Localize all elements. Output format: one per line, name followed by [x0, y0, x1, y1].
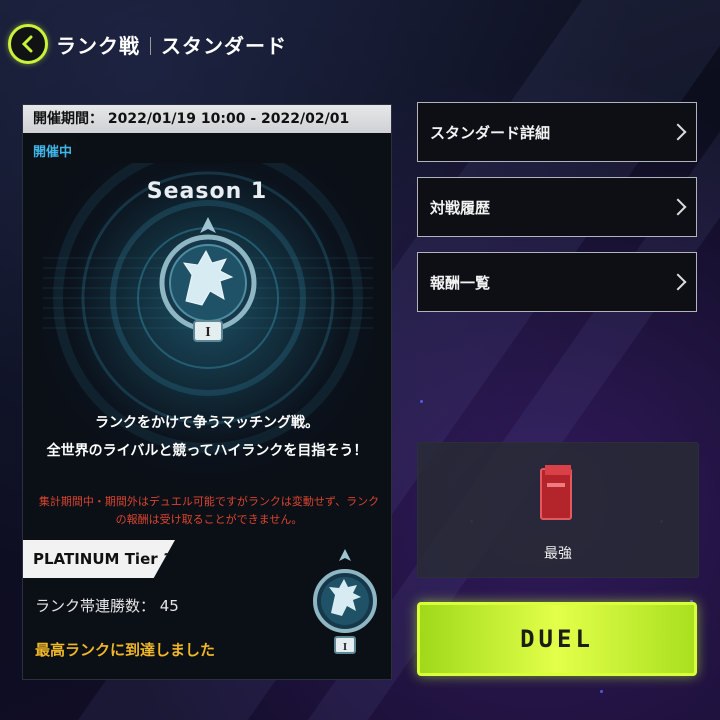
season-warning: 集計期間中・期間外はデュエル可能ですがランクは変動せず、ランクの報酬は受け取るこ… [38, 495, 380, 526]
season-label: Season 1 [146, 179, 268, 204]
title-main: ランク戦 [56, 34, 140, 58]
menu-label: 対戦履歴 [430, 198, 491, 217]
player-rank-badge: PLATINUM Tier 1 [23, 540, 175, 578]
menu-reward-list[interactable]: 報酬一覧 [417, 252, 697, 312]
description-line-2: 全世界のライバルと競ってハイランクを目指そう！ [46, 443, 368, 459]
win-streak: ランク帯連勝数： 45 [35, 597, 179, 615]
deck-box-icon [539, 463, 575, 523]
duel-label: DUEL [520, 625, 594, 653]
emblem-numeral: I [205, 325, 210, 340]
page-title: ランク戦 スタンダード [56, 30, 287, 59]
deck-selector[interactable]: 最強 [417, 442, 699, 578]
season-description: ランクをかけて争うマッチング戦。 全世界のライバルと競ってハイランクを目指そう！ [23, 409, 391, 465]
menu-label: 報酬一覧 [430, 273, 491, 292]
season-period: 開催期間： 2022/01/19 10:00 - 2022/02/01 08:0… [23, 105, 391, 155]
season-panel: 開催期間： 2022/01/19 10:00 - 2022/02/01 08:0… [22, 104, 392, 680]
chevron-right-icon [669, 273, 687, 291]
title-sub: スタンダード [161, 34, 287, 58]
chevron-right-icon [669, 123, 687, 141]
menu-standard-details[interactable]: スタンダード詳細 [417, 102, 697, 162]
chevron-left-icon [21, 35, 33, 53]
duel-button[interactable]: DUEL [417, 602, 697, 676]
rank-emblem-large: I [158, 215, 258, 345]
rank-emblem-small: I [313, 545, 377, 665]
chevron-right-icon [669, 198, 687, 216]
season-status: 開催中 [33, 145, 73, 160]
back-button[interactable] [8, 24, 48, 64]
header: ランク戦 スタンダード [0, 0, 720, 90]
menu-match-history[interactable]: 対戦履歴 [417, 177, 697, 237]
menu-label: スタンダード詳細 [430, 123, 551, 142]
description-line-1: ランクをかけて争うマッチング戦。 [95, 415, 319, 431]
max-rank-message: 最高ランクに到達しました [35, 641, 216, 659]
title-divider [150, 37, 151, 55]
deck-name: 最強 [544, 546, 572, 562]
small-emblem-numeral: I [343, 641, 347, 653]
